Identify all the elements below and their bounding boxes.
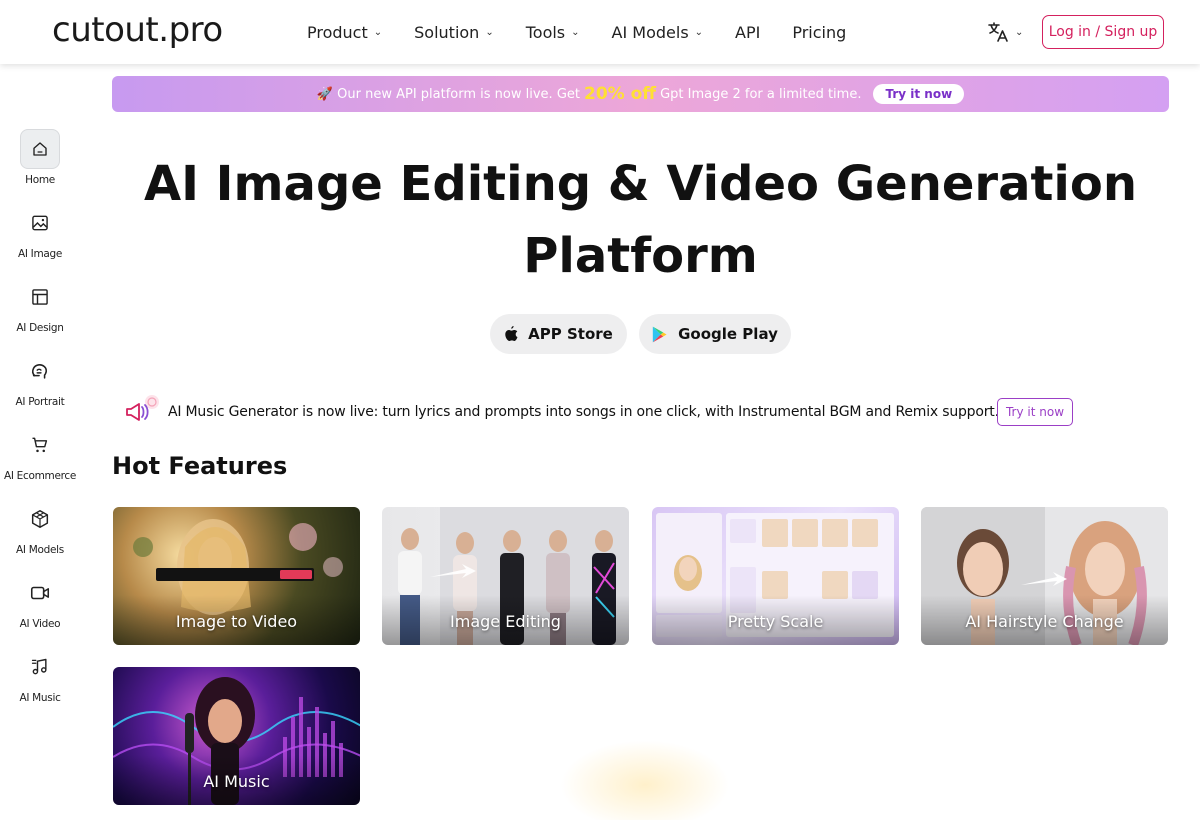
login-signup-button[interactable]: Log in / Sign up [1042, 15, 1164, 49]
feature-card-label: Image to Video [175, 612, 298, 631]
feature-card-label: Image Editing [450, 612, 561, 631]
main-nav: Product ⌄ Solution ⌄ Tools ⌄ AI Models ⌄… [307, 0, 878, 64]
announcement-text: AI Music Generator is now live: turn lyr… [168, 404, 999, 420]
chevron-down-icon: ⌄ [373, 26, 383, 38]
sidebar-item-label: Home [25, 174, 55, 186]
nav-label: Solution [414, 22, 480, 42]
top-header: cutout.pro Product ⌄ Solution ⌄ Tools ⌄ … [0, 0, 1200, 64]
google-play-button[interactable]: Google Play [639, 314, 791, 354]
nav-tools[interactable]: Tools ⌄ [526, 23, 580, 42]
page-title-line-1: AI Image Editing & Video Generation [143, 156, 1138, 212]
feature-card-pretty-scale[interactable]: Pretty Scale [652, 507, 899, 645]
chevron-down-icon: ⌄ [571, 26, 580, 38]
cube-icon [20, 499, 60, 539]
banner-text-suffix: Gpt Image 2 for a limited time. [660, 86, 862, 102]
sidebar-item-ai-video[interactable]: AI Video [0, 573, 80, 630]
music-icon [20, 647, 60, 687]
sidebar-item-ai-portrait[interactable]: AI Portrait [0, 351, 80, 408]
sidebar-item-ai-ecommerce[interactable]: AI Ecommerce [0, 425, 80, 482]
nav-solution[interactable]: Solution ⌄ [414, 23, 494, 42]
sidebar-item-ai-design[interactable]: AI Design [0, 277, 80, 334]
feature-card-image-to-video[interactable]: Image to Video [113, 507, 360, 645]
nav-pricing[interactable]: Pricing [792, 23, 846, 42]
banner-text: 🚀 Our new API platform is now live. Get [316, 86, 580, 102]
cart-icon [20, 425, 60, 465]
google-play-icon [652, 326, 668, 343]
home-icon [20, 129, 60, 169]
video-icon [20, 573, 60, 613]
site-logo[interactable]: cutout.pro [52, 10, 223, 50]
megaphone-icon [122, 392, 162, 432]
google-play-label: Google Play [678, 325, 778, 343]
nav-ai-models[interactable]: AI Models ⌄ [612, 23, 704, 42]
layout-icon [20, 277, 60, 317]
page-title: AI Image Editing & Video Generation Plat… [112, 148, 1169, 292]
sidebar-item-ai-image[interactable]: AI Image [0, 203, 80, 260]
announcement-bar: AI Music Generator is now live: turn lyr… [122, 392, 999, 432]
nav-label: Product [307, 22, 368, 42]
sidebar-item-label: AI Portrait [15, 396, 65, 408]
nav-api[interactable]: API [735, 23, 760, 42]
sidebar-item-ai-music[interactable]: AI Music [0, 647, 80, 704]
app-store-button[interactable]: APP Store [490, 314, 627, 354]
apple-icon [504, 326, 518, 342]
banner-discount: 20% off [584, 84, 657, 104]
sidebar-item-label: AI Design [16, 322, 64, 334]
sidebar-item-home[interactable]: Home [0, 129, 80, 186]
feature-card-label: Pretty Scale [727, 612, 824, 631]
feature-card-label: AI Hairstyle Change [965, 612, 1124, 631]
nav-label: Tools [525, 22, 566, 42]
sidebar-item-ai-models[interactable]: AI Models [0, 499, 80, 556]
background-glow [560, 740, 730, 820]
promo-banner[interactable]: 🚀 Our new API platform is now live. Get … [112, 76, 1169, 112]
nav-product[interactable]: Product ⌄ [307, 23, 382, 42]
nav-label: API [735, 22, 761, 42]
app-store-label: APP Store [528, 325, 613, 343]
feature-card-image-editing[interactable]: Image Editing [382, 507, 629, 645]
chevron-down-icon: ⌄ [694, 26, 704, 38]
portrait-icon [20, 351, 60, 391]
nav-label: AI Models [611, 22, 689, 42]
sidebar-item-label: AI Image [17, 248, 63, 260]
language-selector[interactable]: ⌄ [986, 20, 1023, 44]
left-sidebar: Home AI Image AI Design AI Portrait AI E… [0, 64, 80, 820]
feature-card-ai-hairstyle-change[interactable]: AI Hairstyle Change [921, 507, 1168, 645]
nav-label: Pricing [792, 22, 847, 42]
page-title-line-2: Platform [523, 228, 758, 284]
section-title-hot-features: Hot Features [112, 452, 288, 480]
feature-card-label: AI Music [203, 772, 270, 791]
sidebar-item-label: AI Models [16, 544, 64, 556]
sidebar-item-label: AI Music [19, 692, 61, 704]
sidebar-item-label: AI Video [19, 618, 61, 630]
banner-try-button[interactable]: Try it now [873, 84, 965, 104]
translate-icon [988, 22, 1008, 42]
announcement-try-button[interactable]: Try it now [997, 398, 1073, 426]
feature-card-ai-music[interactable]: AI Music [113, 667, 360, 805]
image-icon [20, 203, 60, 243]
sidebar-item-label: AI Ecommerce [3, 470, 77, 482]
chevron-down-icon: ⌄ [1015, 26, 1024, 38]
chevron-down-icon: ⌄ [485, 26, 494, 38]
